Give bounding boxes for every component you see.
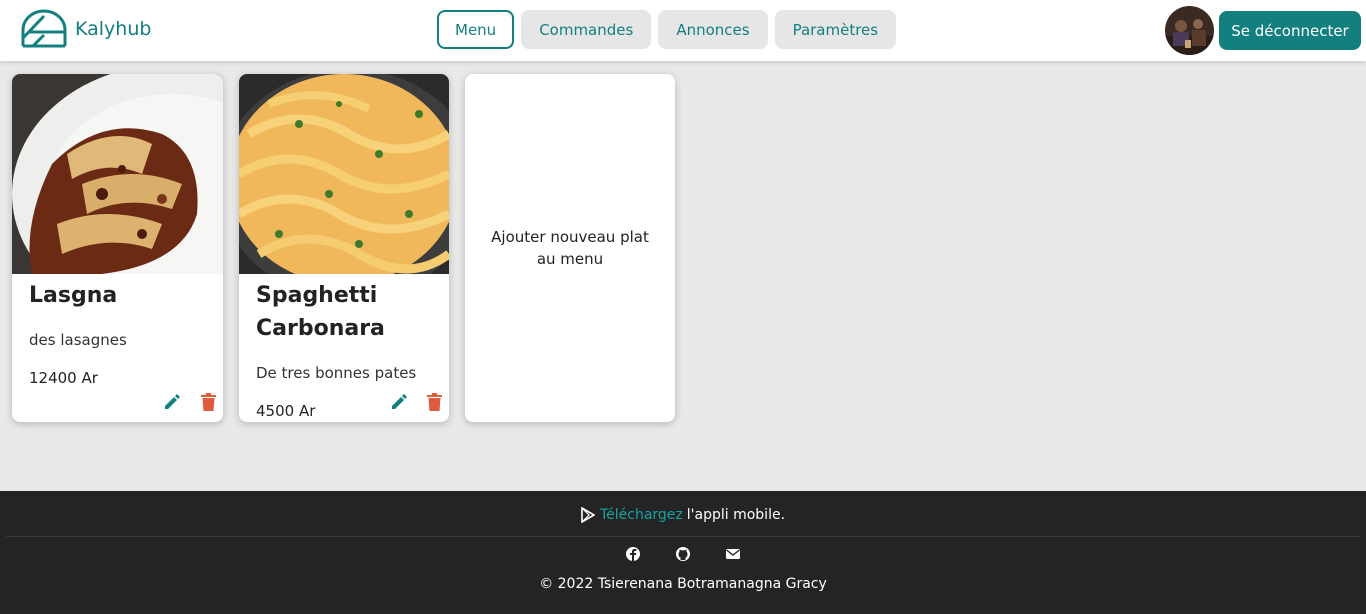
- nav-commandes-button[interactable]: Commandes: [521, 10, 652, 49]
- dish-image-carbonara: [239, 74, 449, 274]
- nav-parametres-button[interactable]: Paramètres: [774, 10, 897, 49]
- github-icon[interactable]: [675, 546, 691, 562]
- nav-menu-button[interactable]: Menu: [437, 10, 515, 49]
- app-download-promo: Téléchargez l'appli mobile.: [0, 507, 1366, 523]
- delete-trash-icon[interactable]: [201, 393, 216, 411]
- dish-image-lasagna: [12, 74, 223, 274]
- promo-text: l'appli mobile.: [686, 507, 786, 523]
- google-play-icon: [581, 507, 595, 523]
- copyright-text: © 2022 Tsierenana Botramanagna Gracy: [539, 576, 827, 592]
- footer-divider: [6, 536, 1360, 537]
- edit-pencil-icon[interactable]: [390, 393, 408, 411]
- edit-pencil-icon[interactable]: [163, 393, 181, 411]
- dish-title-line1: Spaghetti: [256, 283, 378, 308]
- logout-button[interactable]: Se déconnecter: [1219, 11, 1361, 50]
- dish-price: 12400 Ar: [29, 369, 98, 387]
- facebook-icon[interactable]: [625, 546, 641, 562]
- download-link[interactable]: Téléchargez: [600, 507, 683, 523]
- dish-description: De tres bonnes pates: [256, 364, 417, 382]
- footer: Téléchargez l'appli mobile. © 2022 Tsier…: [0, 491, 1366, 614]
- dish-price: 4500 Ar: [256, 402, 316, 420]
- dish-title: Lasgna: [29, 283, 118, 308]
- delete-trash-icon[interactable]: [427, 393, 442, 411]
- brand[interactable]: Kalyhub: [20, 8, 151, 50]
- dish-title-line2: Carbonara: [256, 316, 385, 341]
- social-links: [0, 546, 1366, 562]
- avatar-photo: [1165, 6, 1214, 55]
- nav-annonces-button[interactable]: Annonces: [658, 10, 768, 49]
- brand-name: Kalyhub: [75, 18, 152, 40]
- dish-description: des lasagnes: [29, 331, 127, 349]
- user-avatar[interactable]: [1165, 6, 1214, 55]
- dish-card-lasgna: Lasgna des lasagnes 12400 Ar: [12, 74, 223, 422]
- add-dish-card[interactable]: Ajouter nouveau plat au menu: [465, 74, 675, 422]
- email-icon[interactable]: [725, 546, 741, 562]
- top-navbar: Kalyhub Menu Commandes Annonces Paramètr…: [0, 0, 1366, 61]
- main-nav: Menu Commandes Annonces Paramètres: [437, 10, 903, 49]
- add-dish-label: Ajouter nouveau plat au menu: [491, 228, 649, 268]
- dish-card-spaghetti-carbonara: Spaghetti Carbonara De tres bonnes pates…: [239, 74, 449, 422]
- kalyhub-logo-icon: [21, 9, 67, 48]
